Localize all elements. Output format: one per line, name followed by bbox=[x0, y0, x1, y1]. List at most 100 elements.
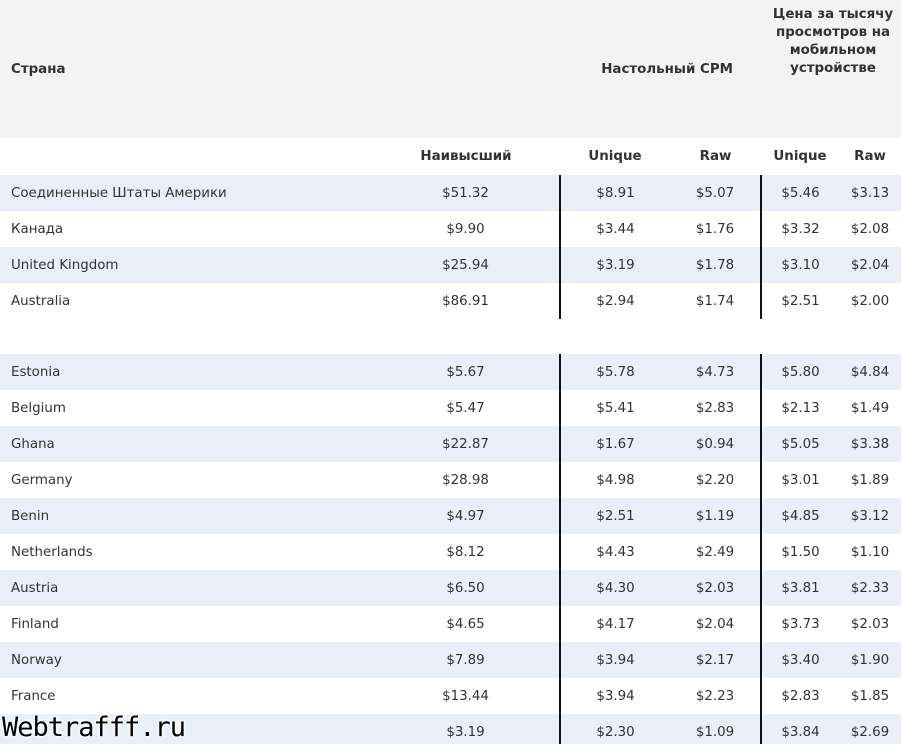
cell-desktop-unique: $3.94 bbox=[559, 678, 670, 714]
table-row: Ghana $22.87 $1.67 $0.94 $5.05 $3.38 bbox=[0, 426, 901, 462]
subheader-mobile-unique: Unique bbox=[761, 138, 840, 175]
cell-desktop-unique: $5.78 bbox=[559, 354, 670, 390]
cell-mobile-raw: $1.49 bbox=[839, 390, 901, 426]
table-row: United Kingdom $25.94 $3.19 $1.78 $3.10 … bbox=[0, 247, 901, 283]
cell-mobile-raw: $1.89 bbox=[839, 462, 901, 498]
cell-highest: $86.91 bbox=[372, 283, 560, 319]
cell-country: Australia bbox=[0, 283, 372, 319]
cell-desktop-unique: $4.30 bbox=[559, 570, 670, 606]
table-row: Канада $9.90 $3.44 $1.76 $3.32 $2.08 bbox=[0, 211, 901, 247]
subheader-mobile-raw: Raw bbox=[839, 138, 901, 175]
cell-mobile-unique: $3.84 bbox=[760, 714, 840, 744]
cell-mobile-unique: $3.40 bbox=[760, 642, 840, 678]
table-row: Norway $7.89 $3.94 $2.17 $3.40 $1.90 bbox=[0, 642, 901, 678]
cell-mobile-unique: $3.01 bbox=[760, 462, 840, 498]
table-row: Соединенные Штаты Америки $51.32 $8.91 $… bbox=[0, 175, 901, 211]
cell-mobile-unique: $2.51 bbox=[760, 283, 840, 319]
cell-mobile-raw: $2.08 bbox=[839, 211, 901, 247]
cell-highest: $4.97 bbox=[372, 498, 560, 534]
cell-mobile-raw: $2.00 bbox=[839, 283, 901, 319]
cell-mobile-unique: $2.13 bbox=[760, 390, 840, 426]
cell-country: United Kingdom bbox=[0, 247, 372, 283]
cell-highest: $5.47 bbox=[372, 390, 560, 426]
cell-desktop-raw: $2.04 bbox=[670, 606, 762, 642]
cell-mobile-unique: $3.32 bbox=[760, 211, 840, 247]
cell-country: Соединенные Штаты Америки bbox=[0, 175, 372, 211]
cell-mobile-raw: $2.33 bbox=[839, 570, 901, 606]
header-country: Страна bbox=[0, 0, 372, 138]
cell-desktop-unique: $5.41 bbox=[559, 390, 670, 426]
cell-mobile-raw: $1.90 bbox=[839, 642, 901, 678]
cell-desktop-unique: $4.17 bbox=[559, 606, 670, 642]
cell-highest: $28.98 bbox=[372, 462, 560, 498]
cell-mobile-raw: $1.85 bbox=[839, 678, 901, 714]
cell-country: Finland bbox=[0, 606, 372, 642]
cell-desktop-raw: $5.07 bbox=[670, 175, 762, 211]
cell-highest: $13.44 bbox=[372, 678, 560, 714]
cell-desktop-raw: $2.03 bbox=[670, 570, 762, 606]
cell-desktop-unique: $4.43 bbox=[559, 534, 670, 570]
cell-desktop-raw: $2.83 bbox=[670, 390, 762, 426]
cell-desktop-raw: $1.74 bbox=[670, 283, 762, 319]
cell-mobile-unique: $3.73 bbox=[760, 606, 840, 642]
table-row: Australia $86.91 $2.94 $1.74 $2.51 $2.00 bbox=[0, 283, 901, 319]
cell-country: Austria bbox=[0, 570, 372, 606]
cell-country: Benin bbox=[0, 498, 372, 534]
subheader-row: Наивысший Unique Raw Unique Raw bbox=[0, 138, 901, 175]
page: Страна Настольный CPM Цена за тысячу про… bbox=[0, 0, 901, 744]
cell-highest: $22.87 bbox=[372, 426, 560, 462]
subheader-desktop-raw: Raw bbox=[670, 138, 762, 175]
cell-highest: $25.94 bbox=[372, 247, 560, 283]
spacer-cell bbox=[0, 319, 901, 354]
cell-desktop-raw: $4.73 bbox=[670, 354, 762, 390]
cell-desktop-raw: $1.09 bbox=[670, 714, 762, 744]
cell-desktop-raw: $1.76 bbox=[670, 211, 762, 247]
cell-highest: $8.12 bbox=[372, 534, 560, 570]
table-row: Belgium $5.47 $5.41 $2.83 $2.13 $1.49 bbox=[0, 390, 901, 426]
cell-desktop-unique: $8.91 bbox=[559, 175, 670, 211]
cell-desktop-raw: $0.94 bbox=[670, 426, 762, 462]
cell-mobile-unique: $3.10 bbox=[760, 247, 840, 283]
cell-highest: $6.50 bbox=[372, 570, 560, 606]
cell-country: Ghana bbox=[0, 426, 372, 462]
subheader-empty bbox=[0, 138, 372, 175]
cpm-table: Страна Настольный CPM Цена за тысячу про… bbox=[0, 0, 901, 744]
cell-desktop-unique: $2.51 bbox=[559, 498, 670, 534]
cell-desktop-raw: $2.23 bbox=[670, 678, 762, 714]
cell-highest: $3.19 bbox=[372, 714, 560, 744]
table-row: Benin $4.97 $2.51 $1.19 $4.85 $3.12 bbox=[0, 498, 901, 534]
cell-mobile-raw: $3.12 bbox=[839, 498, 901, 534]
cell-mobile-unique: $3.81 bbox=[760, 570, 840, 606]
cell-country: Germany bbox=[0, 462, 372, 498]
table-row: Estonia $5.67 $5.78 $4.73 $5.80 $4.84 bbox=[0, 354, 901, 390]
cell-desktop-raw: $2.20 bbox=[670, 462, 762, 498]
cell-desktop-raw: $1.78 bbox=[670, 247, 762, 283]
group-spacer bbox=[0, 319, 901, 354]
table-row: Austria $6.50 $4.30 $2.03 $3.81 $2.33 bbox=[0, 570, 901, 606]
cell-mobile-unique: $5.46 bbox=[760, 175, 840, 211]
subheader-highest: Наивысший bbox=[372, 138, 560, 175]
cell-mobile-unique: $5.80 bbox=[760, 354, 840, 390]
cell-mobile-raw: $3.38 bbox=[839, 426, 901, 462]
cell-mobile-raw: $2.69 bbox=[839, 714, 901, 744]
cell-mobile-raw: $2.04 bbox=[839, 247, 901, 283]
cell-highest: $5.67 bbox=[372, 354, 560, 390]
cell-desktop-unique: $2.94 bbox=[559, 283, 670, 319]
cell-mobile-raw: $4.84 bbox=[839, 354, 901, 390]
cell-country: Канада bbox=[0, 211, 372, 247]
watermark-text: Webtrafff.ru bbox=[2, 712, 186, 743]
cell-mobile-unique: $1.50 bbox=[760, 534, 840, 570]
cell-mobile-unique: $5.05 bbox=[760, 426, 840, 462]
cell-country: Belgium bbox=[0, 390, 372, 426]
cell-desktop-unique: $1.67 bbox=[559, 426, 670, 462]
cell-highest: $4.65 bbox=[372, 606, 560, 642]
table-row: Netherlands $8.12 $4.43 $2.49 $1.50 $1.1… bbox=[0, 534, 901, 570]
cell-desktop-raw: $2.49 bbox=[670, 534, 762, 570]
table-row: Germany $28.98 $4.98 $2.20 $3.01 $1.89 bbox=[0, 462, 901, 498]
cell-desktop-raw: $1.19 bbox=[670, 498, 762, 534]
cell-desktop-unique: $3.94 bbox=[559, 642, 670, 678]
header-mobile-cpm: Цена за тысячу просмотров на мобильном у… bbox=[761, 0, 901, 138]
cell-mobile-unique: $2.83 bbox=[760, 678, 840, 714]
cell-highest: $9.90 bbox=[372, 211, 560, 247]
cell-mobile-raw: $3.13 bbox=[839, 175, 901, 211]
